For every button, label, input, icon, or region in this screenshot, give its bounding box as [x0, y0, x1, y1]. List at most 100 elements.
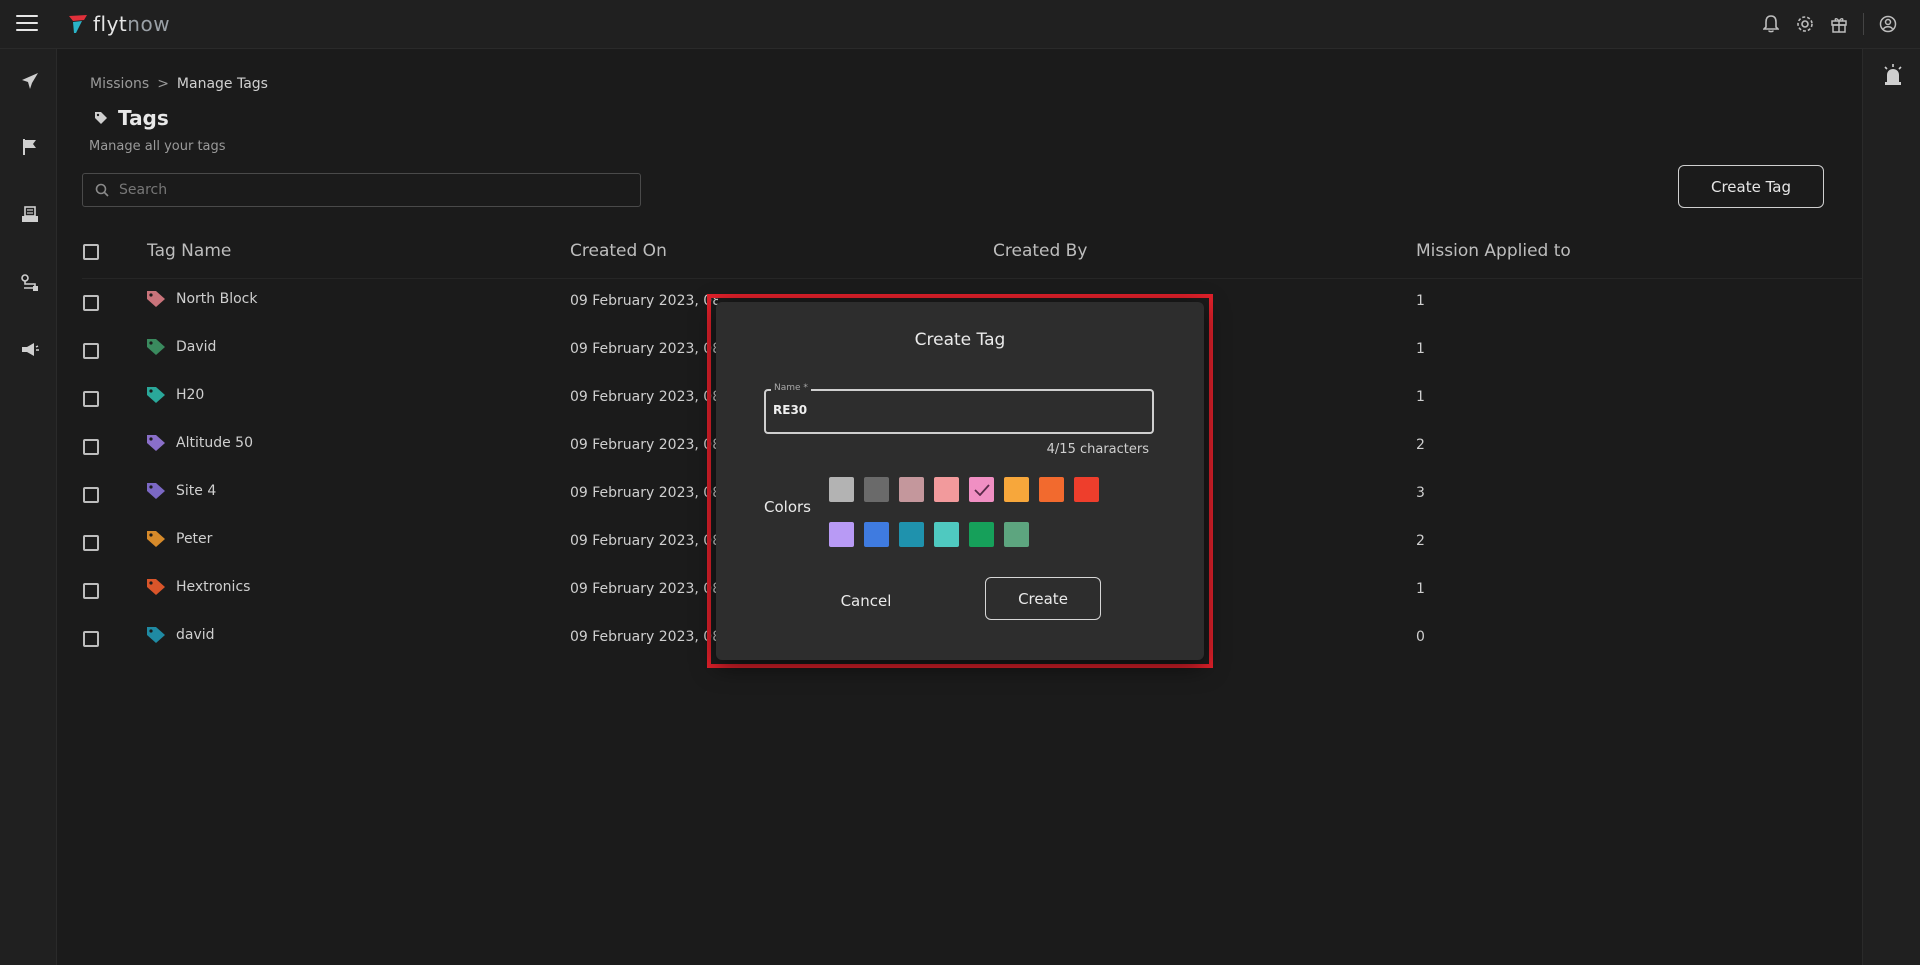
- page-title-text: Tags: [118, 106, 169, 130]
- tag-icon: [147, 339, 165, 355]
- color-swatch[interactable]: [1074, 477, 1099, 502]
- column-header-missions[interactable]: Mission Applied to: [1416, 241, 1571, 261]
- dialog-title: Create Tag: [914, 330, 1006, 350]
- tag-name: Site 4: [176, 483, 217, 499]
- create-button[interactable]: Create: [985, 577, 1101, 620]
- row-checkbox[interactable]: [83, 439, 99, 455]
- select-all-checkbox[interactable]: [83, 244, 99, 260]
- breadcrumb-separator: >: [157, 76, 169, 92]
- app-logo[interactable]: flytnow: [67, 12, 170, 36]
- row-checkbox[interactable]: [83, 391, 99, 407]
- breadcrumb-missions[interactable]: Missions: [90, 76, 149, 92]
- tag-name: Peter: [176, 531, 213, 547]
- missions-applied-cell: 2: [1416, 437, 1425, 453]
- color-swatch[interactable]: [829, 522, 854, 547]
- tag-name-cell: Altitude 50: [146, 434, 253, 452]
- created-on-cell: 09 February 2023, 08:00 PM: [570, 629, 718, 645]
- top-divider: [1863, 13, 1864, 35]
- gift-icon[interactable]: [1829, 14, 1849, 34]
- tag-name: Hextronics: [176, 579, 251, 595]
- top-bar: flytnow: [0, 0, 1920, 49]
- breadcrumb: Missions > Manage Tags: [90, 76, 268, 92]
- tag-name: H20: [176, 387, 205, 403]
- missions-applied-cell: 1: [1416, 389, 1425, 405]
- row-checkbox[interactable]: [83, 295, 99, 311]
- tag-name-cell: Hextronics: [146, 578, 250, 596]
- missions-applied-cell: 0: [1416, 629, 1425, 645]
- tag-icon: [147, 387, 165, 403]
- row-checkbox[interactable]: [83, 631, 99, 647]
- gear-icon[interactable]: [1795, 14, 1815, 34]
- search-box: [82, 173, 641, 207]
- color-swatch[interactable]: [1039, 477, 1064, 502]
- created-on-cell: 09 February 2023, 08:00 PM: [570, 437, 718, 453]
- name-field-label: Name *: [771, 383, 811, 393]
- tag-name: david: [176, 627, 215, 643]
- char-count: 4/15 characters: [1046, 442, 1149, 457]
- tag-icon: [147, 531, 165, 547]
- missions-applied-cell: 1: [1416, 581, 1425, 597]
- column-header-created-by[interactable]: Created By: [993, 241, 1087, 261]
- color-swatch[interactable]: [969, 477, 994, 502]
- created-on-cell: 09 February 2023, 08:00 PM: [570, 485, 718, 501]
- color-swatch[interactable]: [1004, 477, 1029, 502]
- color-swatch[interactable]: [934, 477, 959, 502]
- row-checkbox[interactable]: [83, 487, 99, 503]
- user-circle-icon[interactable]: [1878, 14, 1898, 34]
- logo-text: flytnow: [93, 12, 171, 36]
- tag-icon: [95, 112, 107, 124]
- missions-applied-cell: 1: [1416, 341, 1425, 357]
- color-swatch[interactable]: [864, 477, 889, 502]
- create-tag-dialog: Create Tag Name * 4/15 characters Colors…: [716, 302, 1204, 660]
- tag-name: North Block: [176, 291, 258, 307]
- cancel-button[interactable]: Cancel: [826, 587, 906, 615]
- tag-icon: [147, 291, 165, 307]
- route-icon[interactable]: [18, 271, 42, 295]
- tag-name-cell: david: [146, 626, 215, 644]
- tag-icon: [147, 579, 165, 595]
- missions-applied-cell: 3: [1416, 485, 1425, 501]
- row-checkbox[interactable]: [83, 343, 99, 359]
- siren-alarm-icon[interactable]: [1881, 63, 1905, 87]
- tag-name: Altitude 50: [176, 435, 253, 451]
- color-swatch[interactable]: [864, 522, 889, 547]
- colors-label: Colors: [764, 498, 811, 516]
- flag-icon[interactable]: [18, 135, 42, 159]
- color-swatch[interactable]: [899, 477, 924, 502]
- missions-applied-cell: 2: [1416, 533, 1425, 549]
- color-swatch[interactable]: [934, 522, 959, 547]
- tag-name-cell: Peter: [146, 530, 212, 548]
- right-panel: [1862, 49, 1920, 965]
- flytnow-logo-icon: [69, 15, 87, 33]
- missions-applied-cell: 1: [1416, 293, 1425, 309]
- row-checkbox[interactable]: [83, 535, 99, 551]
- table-header: Tag Name Created On Created By Mission A…: [82, 227, 1862, 279]
- create-tag-button[interactable]: Create Tag: [1678, 165, 1824, 208]
- tag-icon: [147, 435, 165, 451]
- airplane-icon[interactable]: [18, 69, 42, 93]
- tag-icon: [147, 483, 165, 499]
- created-on-cell: 09 February 2023, 08:00 PM: [570, 341, 718, 357]
- hamburger-menu-icon[interactable]: [16, 15, 38, 33]
- bell-icon[interactable]: [1761, 14, 1781, 34]
- tag-name-cell: David: [146, 338, 216, 356]
- name-field: Name *: [764, 383, 1154, 434]
- tag-name-cell: Site 4: [146, 482, 216, 500]
- megaphone-icon[interactable]: [18, 338, 42, 362]
- row-checkbox[interactable]: [83, 583, 99, 599]
- color-swatch[interactable]: [1004, 522, 1029, 547]
- created-on-cell: 09 February 2023, 08:00 PM: [570, 293, 718, 309]
- name-input[interactable]: [773, 403, 1143, 417]
- check-icon: [973, 483, 990, 496]
- color-swatch[interactable]: [969, 522, 994, 547]
- printer-icon[interactable]: [18, 203, 42, 227]
- search-icon: [95, 183, 109, 197]
- color-swatches: [829, 477, 1109, 547]
- page-subtitle: Manage all your tags: [89, 139, 226, 154]
- color-swatch[interactable]: [829, 477, 854, 502]
- search-input[interactable]: [119, 182, 619, 198]
- tag-name-cell: H20: [146, 386, 204, 404]
- column-header-created-on[interactable]: Created On: [570, 241, 667, 261]
- color-swatch[interactable]: [899, 522, 924, 547]
- column-header-tag-name[interactable]: Tag Name: [147, 241, 231, 261]
